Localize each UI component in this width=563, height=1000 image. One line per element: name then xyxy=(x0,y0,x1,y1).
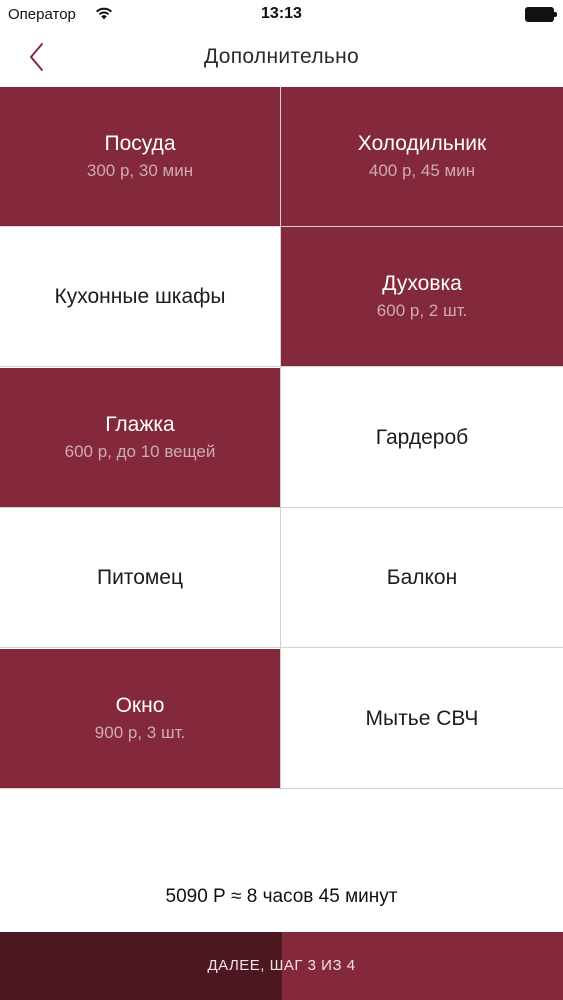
option-name: Глажка xyxy=(105,413,175,436)
option-name: Духовка xyxy=(382,272,462,295)
option-tile-window[interactable]: Окно 900 р, 3 шт. xyxy=(0,649,280,789)
option-name: Окно xyxy=(115,694,165,717)
option-detail: 900 р, 3 шт. xyxy=(94,723,186,742)
option-tile-pet[interactable]: Питомец xyxy=(0,508,280,648)
option-detail: 300 р, 30 мин xyxy=(86,161,194,180)
status-time: 13:13 xyxy=(261,5,302,22)
option-tile-kitchen-cabinets[interactable]: Кухонные шкафы xyxy=(0,227,280,367)
option-tile-ironing[interactable]: Глажка 600 р, до 10 вещей xyxy=(0,368,280,508)
navigation-bar: Дополнительно xyxy=(0,30,563,87)
option-tile-dishes[interactable]: Посуда 300 р, 30 мин xyxy=(0,87,280,227)
battery-icon xyxy=(525,7,557,22)
option-tile-microwave[interactable]: Мытье СВЧ xyxy=(281,649,563,789)
options-grid: Посуда 300 р, 30 мин Холодильник 400 р, … xyxy=(0,87,563,790)
option-name: Гардероб xyxy=(375,425,469,449)
page-title: Дополнительно xyxy=(203,45,360,68)
option-name: Холодильник xyxy=(357,132,487,155)
option-tile-balcony[interactable]: Балкон xyxy=(281,508,563,648)
price-time-summary: 5090 Р ≈ 8 часов 45 минут xyxy=(165,886,398,907)
option-tile-wardrobe[interactable]: Гардероб xyxy=(281,368,563,508)
option-name: Мытье СВЧ xyxy=(365,706,479,730)
option-name: Посуда xyxy=(104,132,176,155)
option-tile-fridge[interactable]: Холодильник 400 р, 45 мин xyxy=(281,87,563,227)
option-detail: 400 р, 45 мин xyxy=(368,161,476,180)
option-name: Кухонные шкафы xyxy=(54,284,226,308)
option-detail: 600 р, до 10 вещей xyxy=(64,442,216,461)
option-detail: 600 р, 2 шт. xyxy=(376,301,468,320)
option-name: Питомец xyxy=(96,565,184,589)
status-bar: Оператор 13:13 xyxy=(0,0,563,30)
next-step-button[interactable]: ДАЛЕЕ, ШАГ 3 ИЗ 4 xyxy=(0,932,563,1000)
option-tile-oven[interactable]: Духовка 600 р, 2 шт. xyxy=(281,227,563,367)
option-name: Балкон xyxy=(386,565,458,589)
next-step-label: ДАЛЕЕ, ШАГ 3 ИЗ 4 xyxy=(207,957,356,974)
